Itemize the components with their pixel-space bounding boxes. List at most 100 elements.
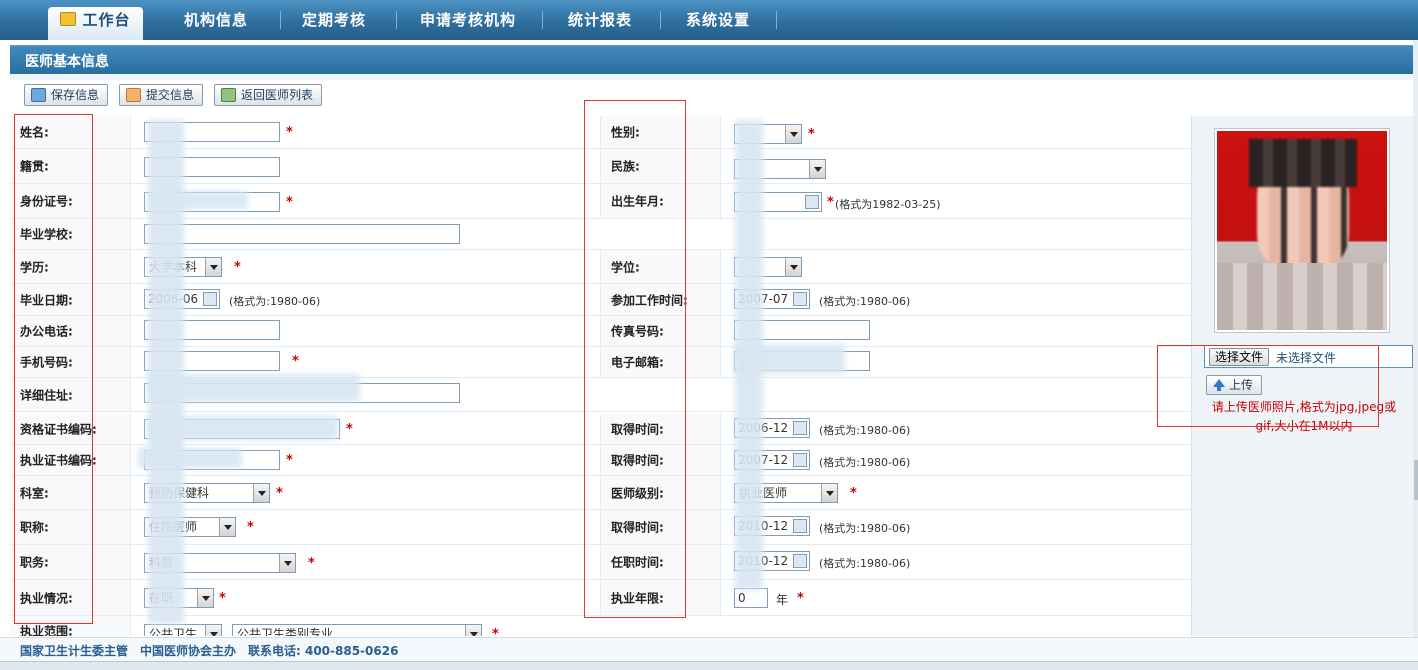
scrollbar[interactable] (1413, 40, 1418, 637)
birth-format-hint: (格式为1982-03-25) (835, 198, 941, 211)
title-obtain-time-label: 取得时间: (600, 510, 721, 544)
date-format-hint: (格式为:1980-06) (819, 522, 911, 535)
chevron-down-icon (809, 160, 825, 178)
required-mark: * (286, 125, 293, 140)
chevron-down-icon (205, 625, 221, 636)
practice-scope-select[interactable]: 公共卫生类别专业 (232, 624, 482, 636)
id-card-label: 身份证号: (10, 184, 131, 218)
upload-button[interactable]: 上传 (1206, 375, 1263, 395)
tab-institution-info[interactable]: 机构信息 (170, 7, 262, 34)
tab-system-settings[interactable]: 系统设置 (674, 7, 762, 34)
calendar-icon[interactable] (805, 195, 819, 209)
calendar-icon[interactable] (793, 421, 807, 435)
office-phone-label: 办公电话: (10, 316, 131, 346)
nav-divider (660, 11, 661, 29)
save-button[interactable]: 保存信息 (24, 84, 109, 106)
choose-file-button[interactable]: 选择文件 (1209, 348, 1270, 366)
form-row: 毕业学校: (10, 219, 1191, 250)
nav-divider (776, 11, 777, 29)
required-mark: * (219, 591, 226, 606)
tab-periodic-assessment[interactable]: 定期考核 (290, 7, 378, 34)
redaction-blur (138, 448, 242, 468)
mobile-label: 手机号码: (10, 347, 131, 377)
chevron-down-icon (253, 484, 269, 502)
chevron-down-icon (785, 125, 801, 143)
photo-hair (1249, 139, 1357, 187)
chevron-down-icon (205, 258, 221, 276)
practice-years-value: 0 (738, 591, 746, 605)
footer-text: 国家卫生计生委主管 中国医师协会主办 联系电话: 400-885-0626 (20, 644, 399, 658)
calendar-icon[interactable] (793, 554, 807, 568)
degree-label: 学位: (600, 250, 721, 283)
doctor-photo-frame (1214, 128, 1390, 333)
nav-divider (542, 11, 543, 29)
tab-label: 系统设置 (685, 11, 750, 29)
section-title: 医师基本信息 (25, 54, 109, 70)
form-row: 执业情况: 在职 * 执业年限: 0 年 * (10, 580, 1191, 616)
calendar-icon[interactable] (203, 292, 217, 306)
practice-scope-type-select[interactable]: 公共卫生 (144, 624, 222, 636)
practice-years-input[interactable]: 0 (734, 588, 768, 608)
address-label: 详细住址: (10, 378, 131, 411)
appointment-time-label: 任职时间: (600, 545, 721, 579)
form-row: 职称: 住院医师 * 取得时间: 2010-12 (格式为:1980-06) (10, 510, 1191, 545)
form-row: 职务: 科员 * 任职时间: 2010-12 (格式为:1980-06) (10, 545, 1191, 580)
tab-label: 工作台 (82, 11, 131, 29)
submit-button[interactable]: 提交信息 (119, 84, 204, 106)
date-format-hint: (格式为:1980-06) (819, 557, 911, 570)
folder-icon (60, 12, 77, 26)
submit-button-label: 提交信息 (146, 88, 195, 102)
required-mark: * (276, 486, 283, 501)
license-obtain-time-label: 取得时间: (600, 445, 721, 475)
required-mark: * (247, 520, 254, 535)
save-button-label: 保存信息 (51, 88, 100, 102)
header-strip (10, 74, 1413, 80)
required-mark: * (797, 591, 804, 606)
required-mark: * (827, 195, 834, 210)
ethnic-label: 民族: (600, 149, 721, 183)
file-input[interactable]: 选择文件 未选择文件 (1204, 345, 1413, 368)
school-label: 毕业学校: (10, 219, 131, 249)
required-mark: * (234, 260, 241, 275)
practice-scope-value: 公共卫生类别专业 (237, 627, 334, 636)
fax-label: 传真号码: (600, 316, 721, 346)
redaction-blur (148, 374, 360, 402)
date-format-hint: (格式为:1980-06) (229, 295, 321, 308)
photo-shirt (1217, 263, 1387, 330)
required-mark: * (292, 354, 299, 369)
license-cert-label: 执业证书编码: (10, 445, 131, 475)
form-row: 毕业日期: 2006-06 (格式为:1980-06) 参加工作时间: 2007… (10, 284, 1191, 316)
date-format-hint: (格式为:1980-06) (819, 456, 911, 469)
tab-apply-assessment-agency[interactable]: 申请考核机构 (408, 7, 528, 34)
name-label: 姓名: (10, 116, 131, 148)
gender-label: 性别: (600, 116, 721, 148)
back-to-list-button[interactable]: 返回医师列表 (214, 84, 323, 106)
calendar-icon[interactable] (793, 519, 807, 533)
chevron-down-icon (197, 589, 213, 607)
doctor-photo (1217, 131, 1387, 330)
calendar-icon[interactable] (793, 453, 807, 467)
calendar-icon[interactable] (793, 292, 807, 306)
tab-workbench[interactable]: 工作台 (48, 7, 143, 40)
required-mark: * (808, 127, 815, 142)
scrollbar-thumb[interactable] (1414, 460, 1418, 500)
form-row: 籍贯: 民族: (10, 149, 1191, 184)
submit-icon (126, 88, 141, 102)
tab-label: 机构信息 (183, 11, 248, 29)
years-unit: 年 (776, 593, 789, 607)
chevron-down-icon (465, 625, 481, 636)
back-arrow-icon (221, 88, 236, 102)
form-row: 姓名: * 性别: * (10, 116, 1191, 149)
tab-label: 统计报表 (567, 11, 632, 29)
chevron-down-icon (821, 484, 837, 502)
school-input[interactable] (144, 224, 460, 244)
form-row: 科室: 预防保健科 * 医师级别: 执业医师 * (10, 476, 1191, 510)
chevron-down-icon (785, 258, 801, 276)
footer: 国家卫生计生委主管 中国医师协会主办 联系电话: 400-885-0626 (0, 637, 1418, 661)
tab-statistics[interactable]: 统计报表 (556, 7, 644, 34)
status-bar (0, 661, 1418, 670)
redaction-blur (148, 191, 248, 209)
department-label: 科室: (10, 476, 131, 509)
cert-obtain-time-label: 取得时间: (600, 414, 721, 444)
tab-label: 定期考核 (301, 11, 366, 29)
